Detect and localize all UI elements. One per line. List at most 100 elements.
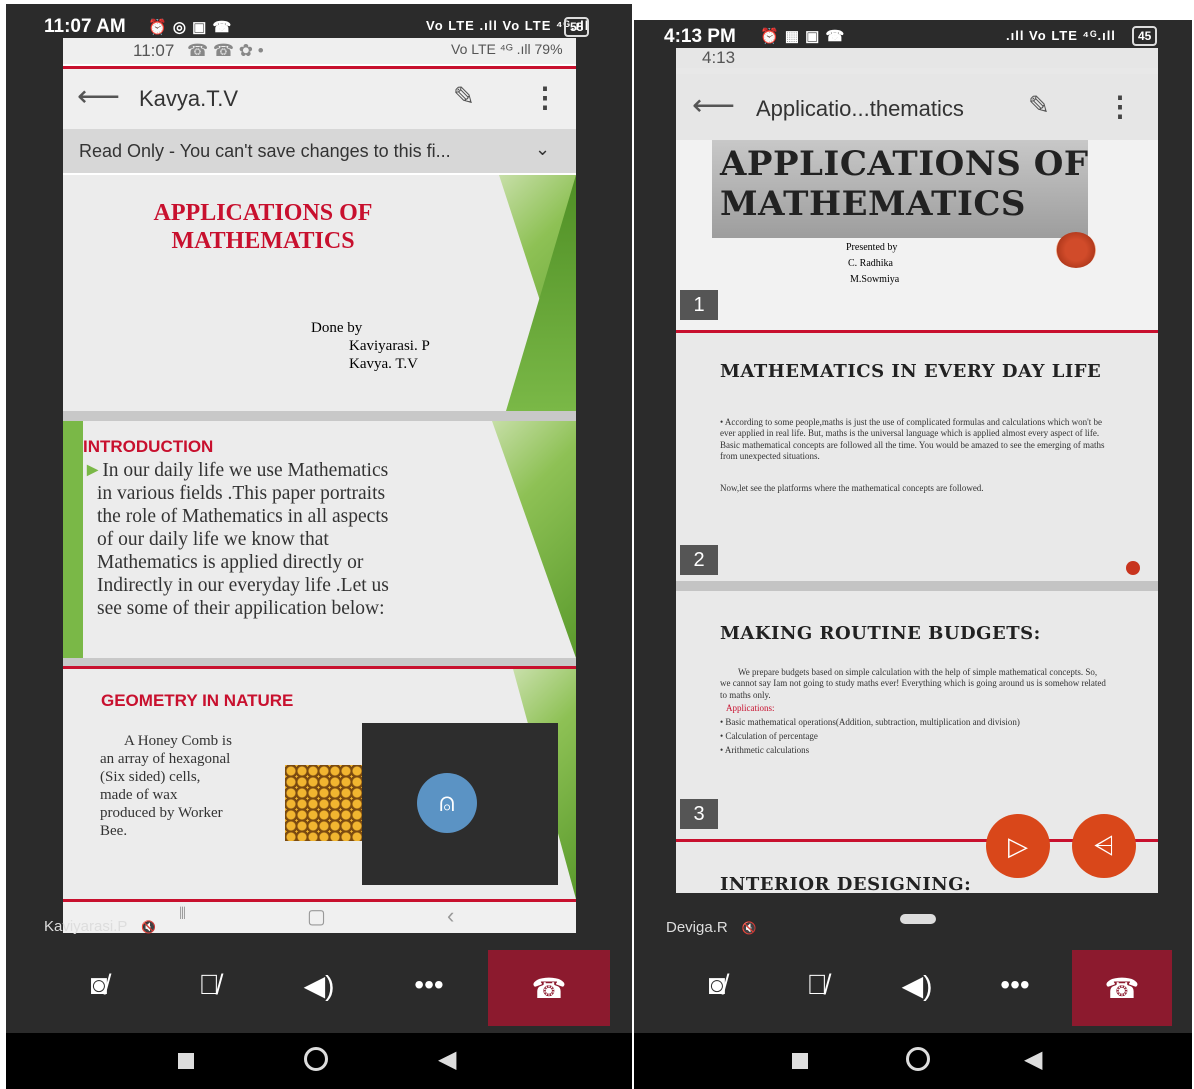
back-arrow-icon[interactable]: ⟵ [692,88,735,123]
back-arrow-icon[interactable]: ⟵ [77,79,120,114]
slide-title-line2: MATHEMATICS [720,184,1026,224]
recent-apps-icon[interactable] [178,1053,194,1069]
bullet-arrow-icon: ► [83,460,103,481]
mic-off-icon: 🎙̸ [806,969,828,1000]
hang-up-icon: ☎ [1104,972,1140,1004]
participant-label: Deviga.R 🔇 [666,919,757,936]
signal-icon: .ıll Vo LTE ⁴ᴳ.ıll [1006,28,1116,43]
present-button[interactable]: ▷ [986,814,1050,878]
geometry-line: Bee. [100,823,128,839]
system-nav-bar: ◀ [634,1033,1192,1089]
slide-title-line1: APPLICATIONS OF [720,144,1089,184]
slide-2[interactable]: MATHEMATICS IN EVERY DAY LIFE • Accordin… [676,333,1158,581]
status-time: 11:07 AM [44,16,126,37]
application-item: • Basic mathematical operations(Addition… [720,717,1020,727]
green-decoration [63,421,83,658]
status-icons: ⏰ ▦ ▣ ☎ [760,28,846,45]
hang-up-button[interactable]: ☎ [1072,950,1172,1026]
more-options-icon[interactable]: ⋮ [531,81,559,114]
status-icons: ⏰ ◎ ▣ ☎ [148,19,233,36]
slide-1[interactable]: APPLICATIONS OF MATHEMATICS Presented by… [676,140,1158,330]
intro-line: see some of their appilication below: [97,598,385,619]
camera-off-button[interactable]: ◙̸ [44,938,154,1032]
back-icon[interactable]: ◀ [438,1045,456,1074]
geometry-line: an array of hexagonal [100,751,231,767]
shared-status-time: 11:07 [133,41,175,60]
system-nav-bar: ◀ [6,1033,632,1089]
nav-home-icon[interactable]: ▢ [307,904,326,929]
document-title: Applicatio...thematics [756,96,964,121]
participant-name: Kaviyarasi.P [44,918,128,935]
intro-line: the role of Mathematics in all aspects [97,506,389,527]
read-only-banner[interactable]: Read Only - You can't save changes to th… [63,129,576,173]
slide-separator [63,411,576,421]
slide-paragraph: Now,let see the platforms where the math… [720,483,984,493]
status-bar: 4:13 PM ⏰ ▦ ▣ ☎ .ıll Vo LTE ⁴ᴳ.ıll 45 [634,20,1192,50]
slide-paragraph: We prepare budgets based on simple calcu… [720,667,1106,700]
nav-back-icon[interactable]: ‹ [447,903,454,929]
status-time: 4:13 PM [664,26,736,47]
speaker-icon: ◀) [303,969,335,1001]
home-icon[interactable] [304,1047,328,1071]
shared-status-icons: ☎ ☎ ✿ • [187,41,264,60]
edit-pencil-icon[interactable]: ✎ [453,81,475,112]
play-icon: ▷ [1008,830,1028,861]
intro-body: ►In our daily life we use Mathematics in… [83,459,503,620]
participant-name: Deviga.R [666,919,728,936]
camera-off-button[interactable]: ◙̸ [662,938,772,1032]
chevron-down-icon[interactable]: ⌄ [535,139,550,160]
muted-mic-icon: 🔇 [741,921,757,935]
slide-separator [676,581,1158,591]
intro-line: of our daily life we know that [97,529,329,550]
hang-up-button[interactable]: ☎ [488,950,610,1026]
slide-title-line2: MATHEMATICS [171,228,355,254]
nav-menu-icon[interactable]: ⦀ [179,906,186,924]
battery-icon: 45 [1132,26,1158,46]
mute-button[interactable]: 🎙̸ [154,938,264,1032]
geometry-body: A Honey Comb is an array of hexagonal (S… [100,732,232,840]
slide-3[interactable]: MAKING ROUTINE BUDGETS: We prepare budge… [676,591,1158,839]
shared-status-bar: 4:13 [676,48,1158,68]
honeycomb-image [285,765,367,841]
author-1: C. Radhika [848,258,893,269]
speaker-icon: ◀) [901,969,933,1001]
app-bar: ⟵ Applicatio...thematics ✎ ⋮ [676,74,1158,140]
recent-apps-icon[interactable] [792,1053,808,1069]
home-icon[interactable] [906,1047,930,1071]
slide-heading: MATHEMATICS IN EVERY DAY LIFE [720,361,1102,382]
speaker-button[interactable]: ◀) [264,938,374,1032]
mic-off-icon: 🎙̸ [198,969,220,1000]
camera-off-icon: ◙̸ [708,969,726,1000]
intro-line: in various fields .This paper portraits [97,483,386,504]
geometry-line: made of wax [100,787,178,803]
more-options-icon[interactable]: ⋮ [1106,90,1134,123]
mute-button[interactable]: 🎙̸ [762,938,872,1032]
right-phone-screenshot: 4:13 PM ⏰ ▦ ▣ ☎ .ıll Vo LTE ⁴ᴳ.ıll 45 4:… [634,20,1192,1089]
intro-line: Indirectly in our everyday life .Let us [97,575,389,596]
share-icon: ⩤ [1093,830,1115,860]
slide-title: APPLICATIONS OF MATHEMATICS [63,199,463,255]
more-dots-icon: ••• [1000,969,1030,1000]
app-bar: ⟵ Kavya.T.V ✎ ⋮ [63,69,576,129]
more-button[interactable]: ••• [374,938,484,1032]
slide-1[interactable]: APPLICATIONS OF MATHEMATICS Done by Kavi… [63,175,576,411]
self-video-tile[interactable]: ⍝ [362,723,558,885]
application-item: • Arithmetic calculations [720,745,810,755]
battery-icon: 55 [564,17,590,37]
author-2: Kavya. T.V [349,356,419,372]
speaker-button[interactable]: ◀) [862,938,972,1032]
geometry-line: (Six sided) cells, [100,769,201,785]
back-icon[interactable]: ◀ [1024,1045,1042,1074]
edit-pencil-icon[interactable]: ✎ [1028,90,1050,121]
intro-heading: INTRODUCTION [83,437,214,456]
drag-handle[interactable] [900,914,936,924]
slide-2[interactable]: INTRODUCTION ►In our daily life we use M… [63,421,576,658]
slide-title-line1: APPLICATIONS OF [153,200,373,226]
slide-separator [63,658,576,666]
share-button[interactable]: ⩤ [1072,814,1136,878]
call-controls: ◙̸ 🎙̸ ◀) ••• ☎ [6,938,632,1032]
shared-status-time: 4:13 [702,48,736,67]
more-button[interactable]: ••• [960,938,1070,1032]
document-title: Kavya.T.V [139,86,239,111]
camera-off-icon: ◙̸ [90,969,108,1000]
